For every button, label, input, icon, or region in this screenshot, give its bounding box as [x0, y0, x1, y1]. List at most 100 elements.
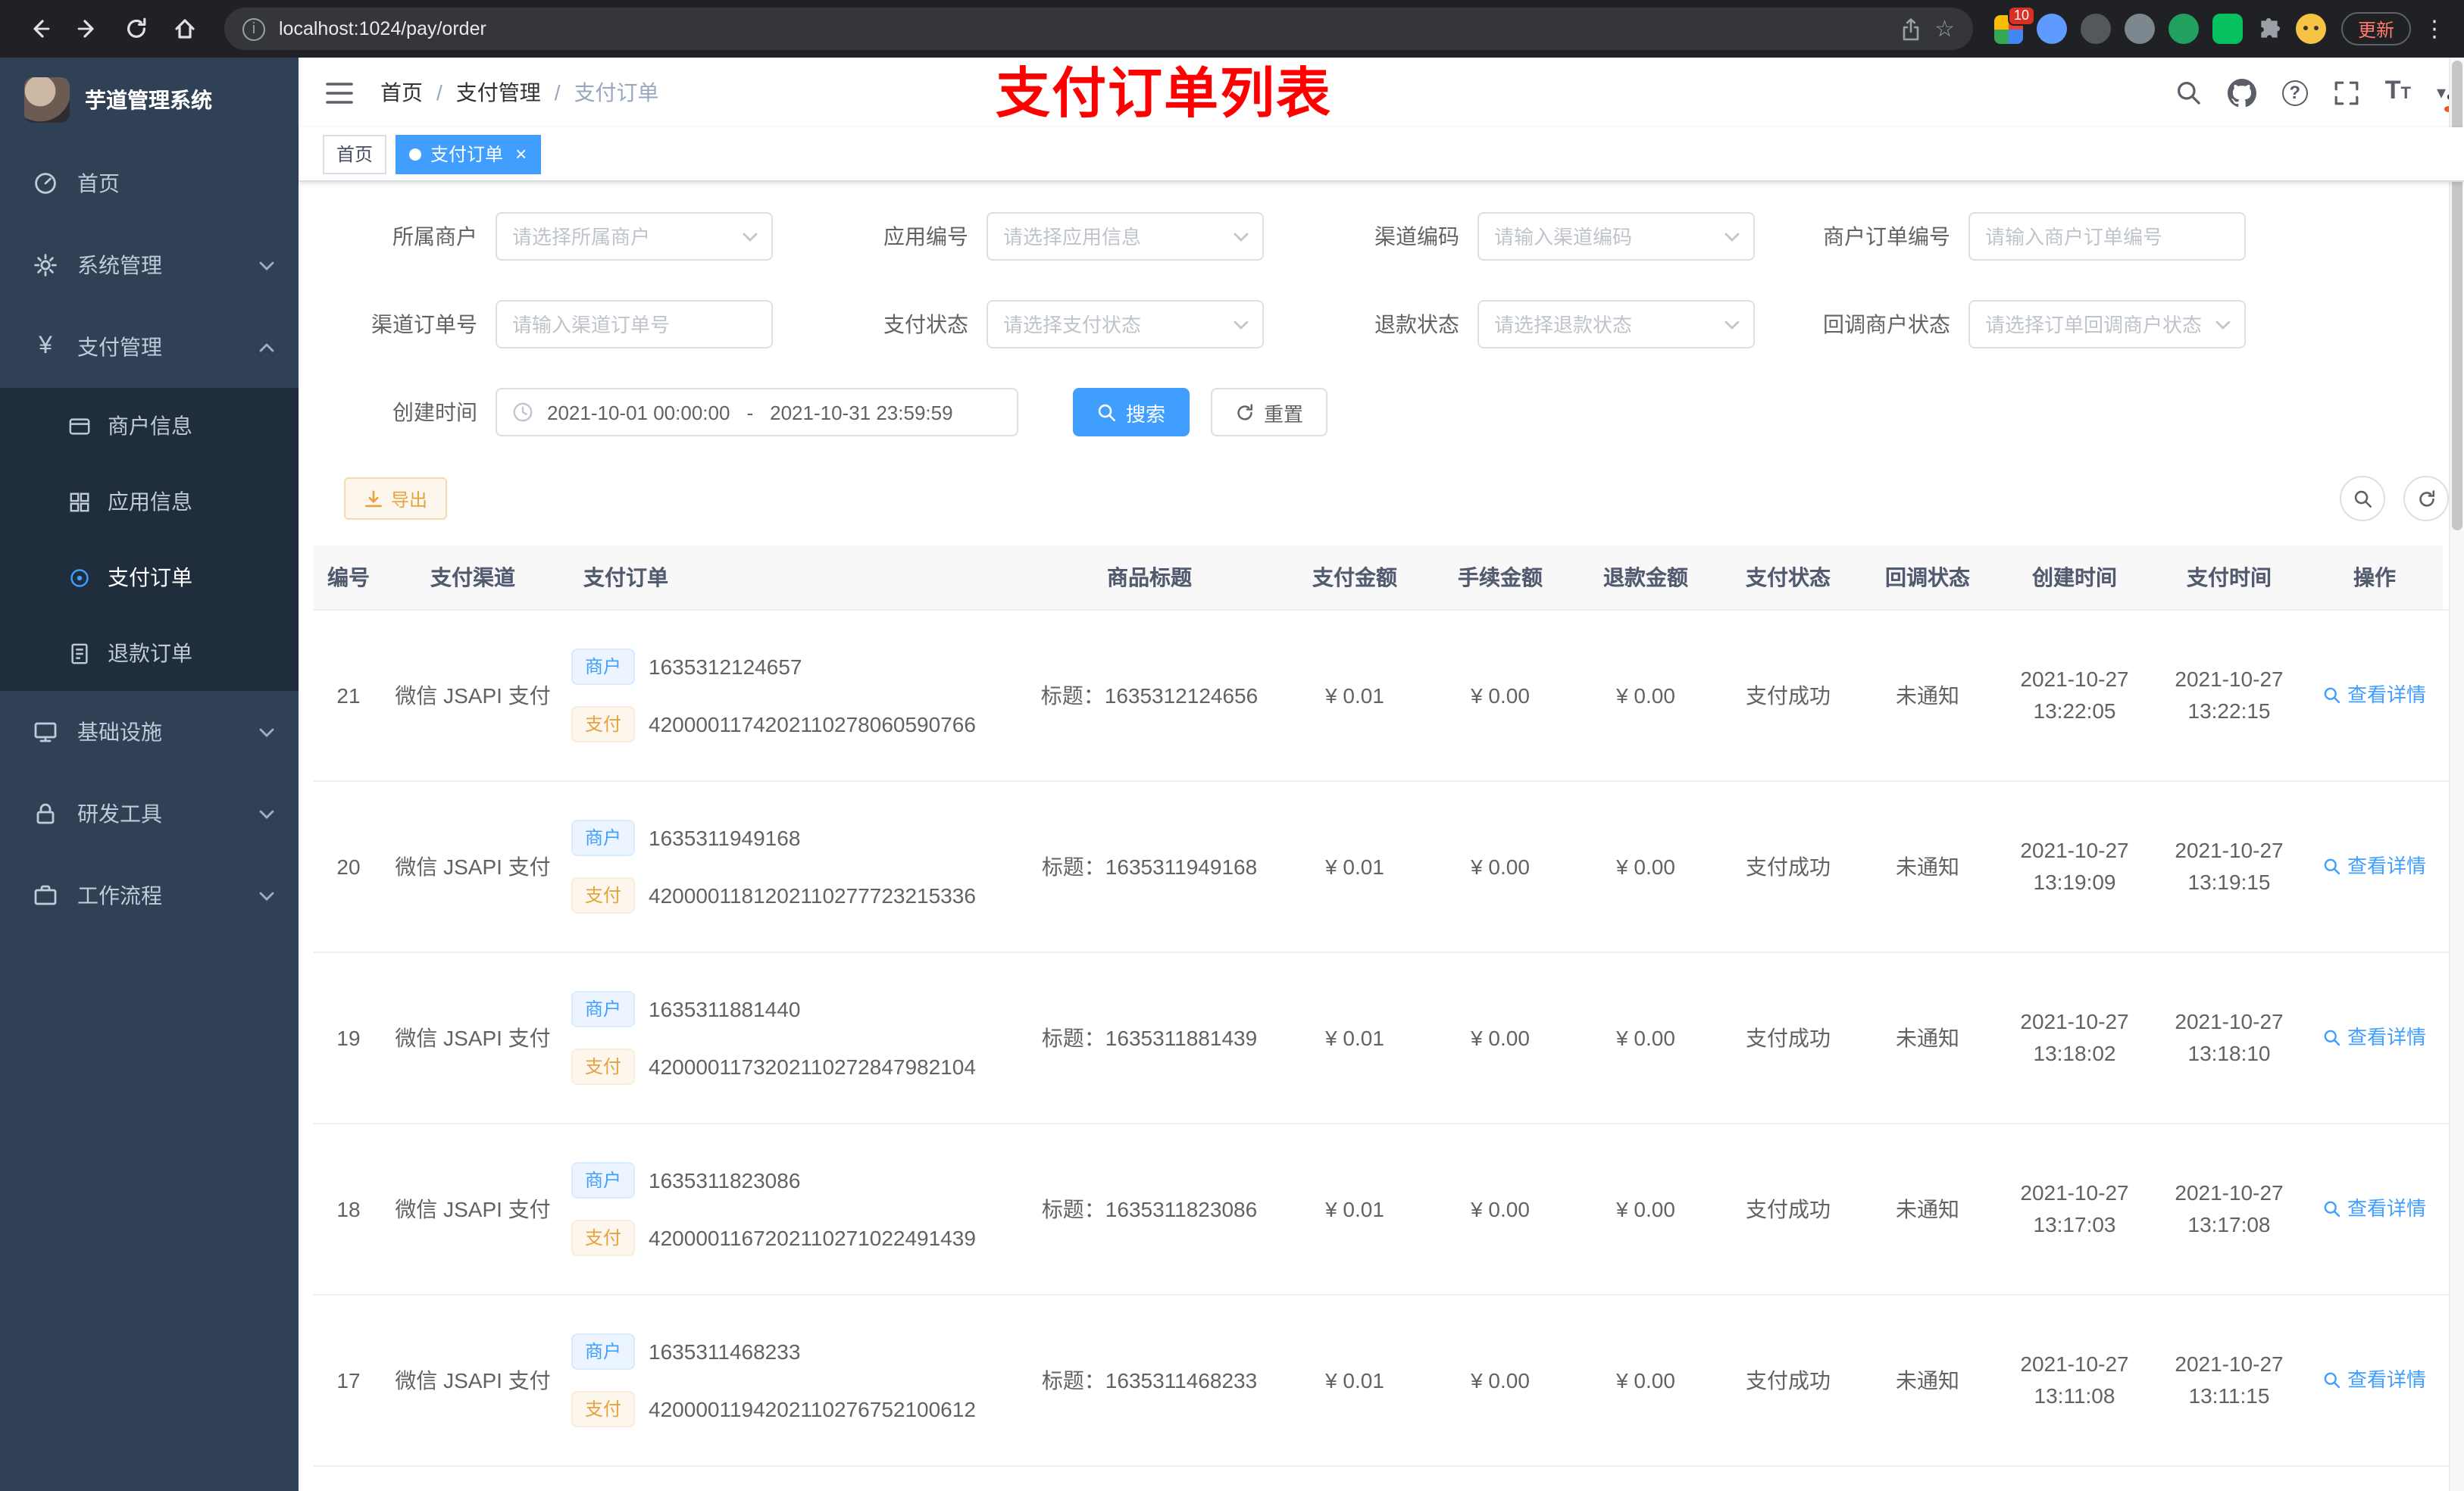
logo: 芋道管理系统	[0, 58, 299, 142]
merchant-badge: 商户	[571, 649, 636, 685]
browser-forward-button[interactable]	[67, 8, 109, 50]
puzzle-extensions-icon[interactable]	[2256, 16, 2282, 42]
cell-notify-status: 未通知	[1896, 1196, 1959, 1221]
channel-code-select[interactable]	[1477, 212, 1755, 261]
cell-notify-status: 未通知	[1896, 683, 1959, 707]
chevron-down-icon	[1234, 319, 1249, 330]
sidebar-item-pay-order[interactable]: 支付订单	[0, 539, 299, 615]
cell-refund: ¥ 0.00	[1616, 683, 1675, 707]
site-info-icon[interactable]: i	[242, 17, 265, 40]
app-select[interactable]	[987, 212, 1264, 261]
browser-profile-avatar[interactable]	[2295, 14, 2326, 44]
view-detail-link[interactable]: 查看详情	[2323, 1024, 2426, 1053]
address-bar[interactable]: i localhost:1024/pay/order ☆	[224, 8, 1973, 50]
github-icon[interactable]	[2227, 78, 2256, 107]
view-detail-link[interactable]: 查看详情	[2323, 681, 2426, 711]
user-menu[interactable]: ▾	[2437, 79, 2446, 106]
date-start[interactable]: 2021-10-01 00:00:00	[547, 401, 730, 424]
cell-refund	[1573, 1467, 1718, 1491]
refund-status-input[interactable]	[1494, 313, 1738, 336]
date-range-picker[interactable]: 2021-10-01 00:00:00 - 2021-10-31 23:59:5…	[496, 388, 1018, 436]
merchant-select[interactable]	[496, 212, 773, 261]
date-end[interactable]: 2021-10-31 23:59:59	[770, 401, 952, 424]
merchant-order-no-field[interactable]	[1968, 212, 2246, 261]
tab-home[interactable]: 首页	[323, 134, 387, 173]
toggle-search-button[interactable]	[2340, 476, 2385, 521]
view-detail-link[interactable]: 查看详情	[2323, 1195, 2426, 1224]
cell-created: 2021-10-27 13:19:09	[2020, 838, 2129, 894]
close-icon[interactable]: ×	[515, 142, 527, 165]
cell-id: 19	[336, 1025, 361, 1049]
search-icon[interactable]	[2176, 80, 2202, 105]
logo-avatar	[24, 77, 70, 123]
extensions-area: 10	[1993, 5, 2326, 44]
view-detail-link[interactable]: 查看详情	[2323, 1366, 2426, 1396]
cell-created	[1997, 1467, 2152, 1491]
page-scrollbar[interactable]	[2449, 58, 2464, 1491]
extension-gray-icon[interactable]	[2124, 14, 2155, 44]
extension-wechat-icon[interactable]	[2212, 14, 2243, 44]
sidebar-item-refund-order[interactable]: 退款订单	[0, 615, 299, 691]
view-detail-link[interactable]: 查看详情	[2323, 852, 2426, 882]
notify-status-input[interactable]	[1985, 313, 2229, 336]
merchant-order-no-input[interactable]	[1985, 225, 2229, 248]
breadcrumb-pay[interactable]: 支付管理	[456, 77, 541, 108]
fullscreen-icon[interactable]	[2334, 80, 2359, 105]
cell-id	[314, 1467, 383, 1491]
tab-pay-order[interactable]: 支付订单 ×	[396, 134, 541, 173]
merchant-select-input[interactable]	[512, 225, 756, 248]
extension-dark-icon[interactable]	[2080, 14, 2111, 44]
sidebar-item-devtools[interactable]: 研发工具	[0, 773, 299, 855]
dashboard-icon	[33, 171, 58, 195]
table-row: 18 微信 JSAPI 支付 商户 1635311823086 支付 4200001…	[314, 1124, 2449, 1296]
sidebar-item-workflow[interactable]: 工作流程	[0, 855, 299, 936]
extension-tab-manager-icon[interactable]: 10	[1993, 5, 2035, 43]
pay-status-input[interactable]	[1003, 313, 1247, 336]
search-button[interactable]: 搜索	[1073, 388, 1190, 436]
export-button[interactable]: 导出	[344, 477, 448, 520]
pay-badge: 支付	[571, 1049, 636, 1085]
chevron-down-icon	[259, 890, 274, 901]
app-select-input[interactable]	[1003, 225, 1247, 248]
sidebar-item-merchant-info[interactable]: 商户信息	[0, 388, 299, 464]
sidebar-item-infra[interactable]: 基础设施	[0, 691, 299, 773]
refund-status-select[interactable]	[1477, 300, 1755, 349]
cell-refund: ¥ 0.00	[1616, 1196, 1675, 1221]
pay-badge: 支付	[571, 1220, 636, 1256]
chevron-down-icon	[259, 260, 274, 270]
channel-code-input[interactable]	[1494, 225, 1738, 248]
sidebar-item-home[interactable]: 首页	[0, 142, 299, 224]
chevron-up-icon	[259, 342, 274, 352]
hamburger-icon[interactable]	[317, 81, 362, 104]
channel-order-no-input[interactable]	[512, 313, 756, 336]
cell-amount: ¥ 0.01	[1325, 1368, 1384, 1392]
notify-status-select[interactable]	[1968, 300, 2246, 349]
browser-reload-button[interactable]	[115, 8, 158, 50]
cell-id: 20	[336, 854, 361, 878]
channel-order-no-field[interactable]	[496, 300, 773, 349]
help-icon[interactable]: ?	[2281, 80, 2308, 105]
extension-vpn-icon[interactable]	[2168, 14, 2199, 44]
lock-icon	[33, 802, 58, 826]
sidebar-item-pay[interactable]: ¥ 支付管理	[0, 306, 299, 388]
share-icon[interactable]	[1900, 17, 1921, 40]
browser-back-button[interactable]	[18, 8, 61, 50]
cell-pay-status	[1718, 1467, 1858, 1491]
browser-menu-icon[interactable]: ⋮	[2423, 15, 2446, 42]
chevron-down-icon	[1234, 231, 1249, 242]
sidebar-item-app-info[interactable]: 应用信息	[0, 464, 299, 539]
font-size-icon[interactable]: TT	[2385, 77, 2411, 108]
extension-blue-icon[interactable]	[2036, 14, 2067, 44]
refresh-button[interactable]	[2403, 476, 2449, 521]
tags-view: 首页 支付订单 ×	[299, 127, 2464, 182]
cell-title	[1017, 1467, 1282, 1491]
reset-button[interactable]: 重置	[1211, 388, 1328, 436]
breadcrumb-home[interactable]: 首页	[380, 77, 423, 108]
bookmark-star-icon[interactable]: ☆	[1934, 15, 1955, 42]
active-dot	[409, 148, 422, 160]
cell-title: 标题：1635311881439	[1041, 1025, 1258, 1049]
pay-status-select[interactable]	[987, 300, 1264, 349]
browser-home-button[interactable]	[164, 8, 206, 50]
sidebar-item-system[interactable]: 系统管理	[0, 224, 299, 306]
browser-update-button[interactable]: 更新	[2340, 12, 2411, 45]
